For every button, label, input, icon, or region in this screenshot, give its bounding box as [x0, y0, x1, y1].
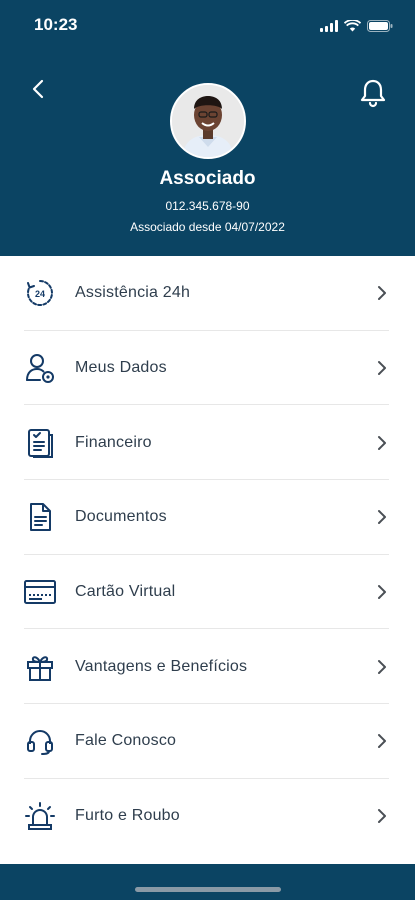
profile-menu: 24 Assistência 24h Meus Dados Financeiro…: [0, 256, 415, 854]
chevron-right-icon: [378, 435, 386, 450]
gift-icon: [24, 651, 56, 683]
avatar[interactable]: [170, 83, 246, 159]
chevron-right-icon: [378, 585, 386, 600]
menu-item-financeiro[interactable]: Financeiro: [0, 405, 415, 481]
menu-item-vantagens-beneficios[interactable]: Vantagens e Benefícios: [0, 629, 415, 705]
battery-icon: [367, 20, 393, 32]
user-photo: [172, 85, 244, 157]
menu-item-fale-conosco[interactable]: Fale Conosco: [0, 704, 415, 779]
status-time: 10:23: [34, 15, 78, 34]
bottom-bar: [0, 864, 415, 900]
profile-header: 10:23 Associado 012.345.678-90 Associado…: [0, 0, 415, 256]
menu-item-documentos[interactable]: Documentos: [0, 480, 415, 555]
siren-icon: [24, 800, 56, 832]
chevron-right-icon: [378, 659, 386, 674]
menu-item-label: Fale Conosco: [75, 732, 177, 750]
headset-icon: [24, 725, 56, 757]
card-icon: [24, 576, 56, 608]
user-settings-icon: [24, 352, 56, 384]
menu-item-label: Cartão Virtual: [75, 583, 176, 601]
document-icon: [24, 501, 56, 533]
menu-item-label: Documentos: [75, 508, 167, 526]
clock-24h-icon: 24: [24, 277, 56, 309]
status-icons: [320, 16, 393, 36]
menu-item-label: Meus Dados: [75, 359, 167, 377]
menu-item-label: Vantagens e Benefícios: [75, 657, 248, 675]
chevron-right-icon: [378, 286, 386, 301]
bell-icon: [360, 79, 386, 108]
user-name: Associado: [159, 168, 256, 189]
user-document: 012.345.678-90: [165, 199, 250, 213]
chevron-right-icon: [378, 809, 386, 824]
menu-item-label: Financeiro: [75, 433, 152, 451]
checklist-icon: [24, 427, 56, 459]
menu-item-meus-dados[interactable]: Meus Dados: [0, 331, 415, 406]
chevron-right-icon: [378, 734, 386, 749]
home-indicator[interactable]: [135, 887, 281, 892]
chevron-right-icon: [378, 510, 386, 525]
menu-item-furto-roubo[interactable]: Furto e Roubo: [0, 779, 415, 854]
svg-text:24: 24: [35, 289, 45, 299]
menu-item-assistencia-24h[interactable]: 24 Assistência 24h: [0, 256, 415, 331]
menu-item-cartao-virtual[interactable]: Cartão Virtual: [0, 555, 415, 630]
wifi-icon: [344, 20, 361, 32]
notifications-button[interactable]: [359, 78, 387, 108]
chevron-left-icon: [32, 79, 44, 99]
menu-item-label: Assistência 24h: [75, 284, 191, 302]
menu-item-label: Furto e Roubo: [75, 807, 180, 825]
signal-icon: [320, 20, 338, 32]
member-since: Associado desde 04/07/2022: [130, 220, 285, 234]
chevron-right-icon: [378, 361, 386, 376]
back-button[interactable]: [26, 76, 52, 102]
